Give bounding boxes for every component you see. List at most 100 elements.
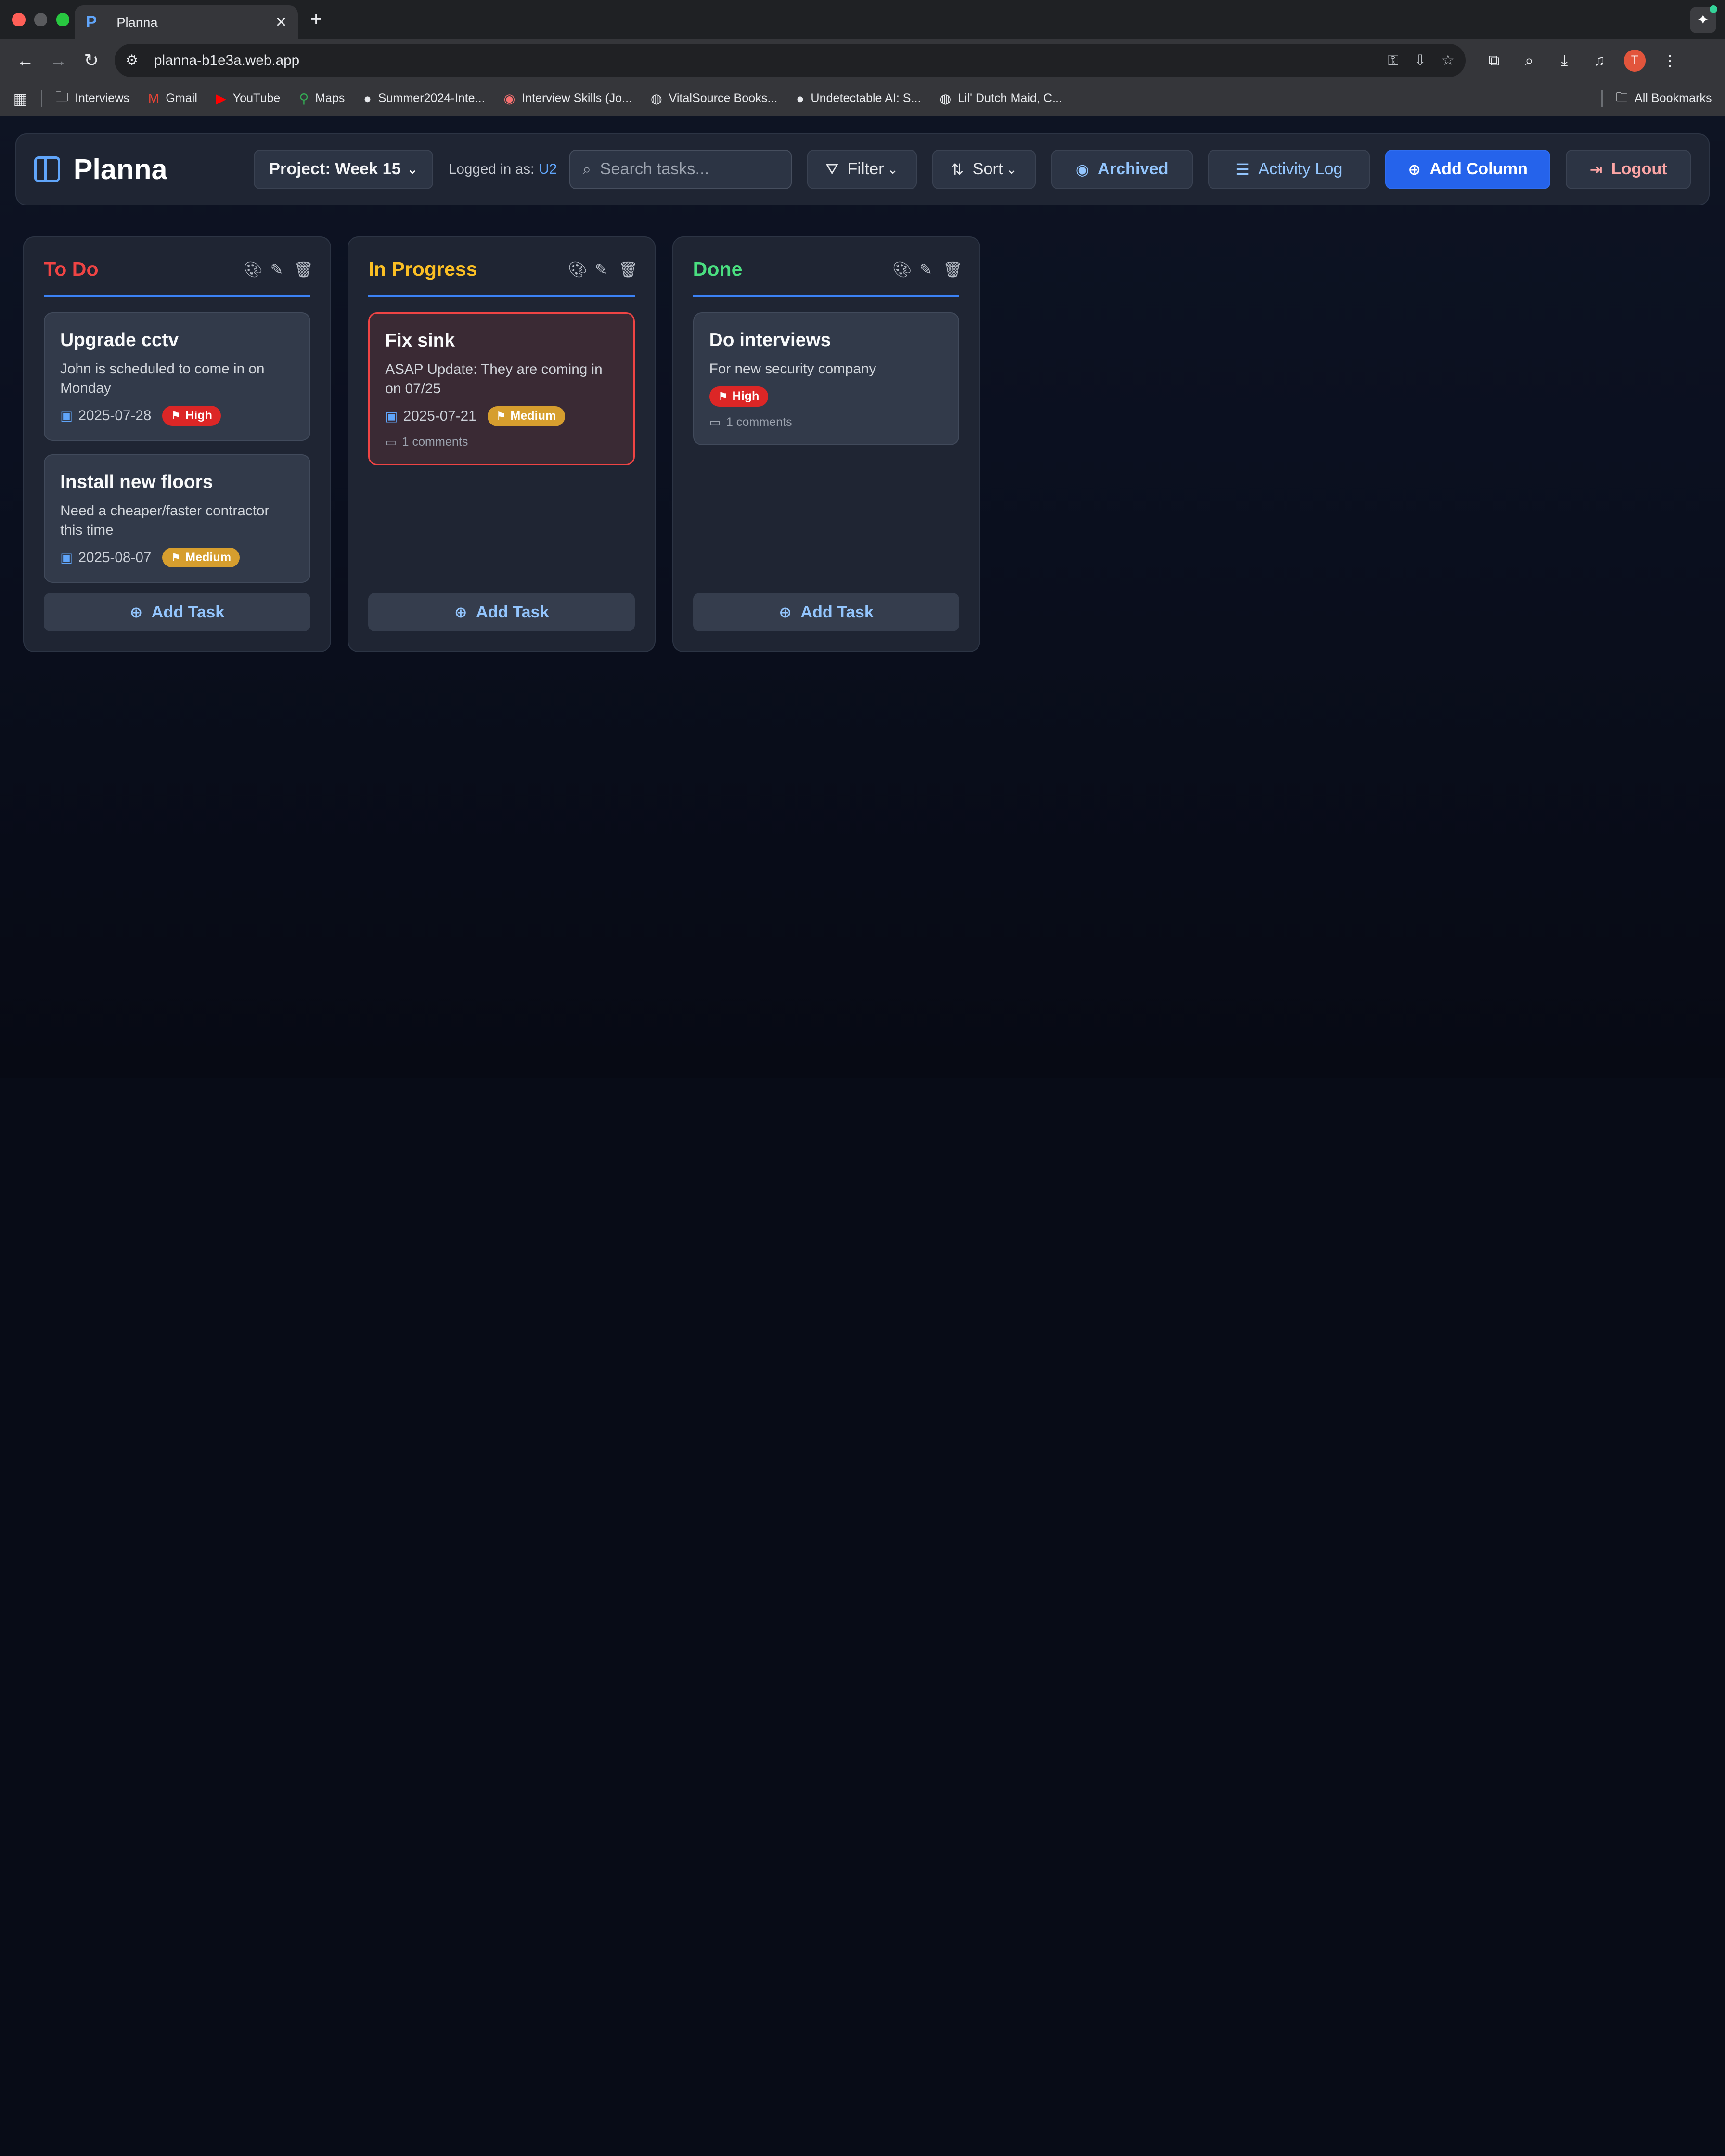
apps-grid-icon[interactable]: ▦ bbox=[13, 90, 27, 108]
bookmark-interviews[interactable]: 🗀 Interviews bbox=[55, 88, 129, 110]
media-control-icon[interactable]: ♫ bbox=[1584, 45, 1615, 76]
bookmarks-divider bbox=[41, 90, 42, 107]
app-header: Planna Project: Week 15 ⌄ Logged in as: U… bbox=[15, 133, 1710, 206]
tab-search-icon[interactable]: ⌕ bbox=[1514, 45, 1545, 76]
browser-tab[interactable]: P Planna ✕ bbox=[75, 5, 298, 40]
site-info-icon[interactable]: ⚙ bbox=[126, 52, 150, 69]
edit-pencil-icon[interactable]: ✎ bbox=[918, 260, 934, 279]
task-card[interactable]: Fix sink ASAP Update: They are coming in… bbox=[368, 312, 635, 465]
close-tab-icon[interactable]: ✕ bbox=[275, 14, 287, 31]
address-bar[interactable]: ⚙ planna-b1e3a.web.app ⚿ ⇩ ☆ bbox=[114, 44, 1466, 77]
project-selector[interactable]: Project: Week 15 ⌄ bbox=[254, 149, 433, 190]
bookmark-lil-dutch-maid[interactable]: ◍ Lil' Dutch Maid, C... bbox=[940, 91, 1062, 106]
add-task-button[interactable]: ⊕ Add Task bbox=[368, 593, 635, 632]
card-title: Install new floors bbox=[60, 471, 213, 492]
task-card[interactable]: Do interviews For new security company ⚑… bbox=[693, 312, 960, 445]
menu-icon[interactable]: ⋮ bbox=[1655, 45, 1686, 76]
site-icon: ● bbox=[796, 90, 804, 106]
globe-icon: ◍ bbox=[650, 90, 662, 106]
chevron-down-icon: ⌄ bbox=[1006, 161, 1017, 177]
column-title: To Do bbox=[44, 258, 99, 281]
add-column-button[interactable]: ⊕ Add Column bbox=[1385, 149, 1550, 190]
priority-badge: ⚑ High bbox=[162, 406, 221, 426]
new-tab-icon[interactable]: + bbox=[310, 8, 322, 30]
task-card[interactable]: Upgrade cctv John is scheduled to come i… bbox=[44, 312, 310, 441]
trash-icon[interactable]: 🗑︎ bbox=[943, 260, 963, 279]
extensions-icon[interactable]: ⧉ bbox=[1479, 45, 1509, 76]
logged-in-user: U2 bbox=[539, 161, 557, 177]
flag-icon: ⚑ bbox=[496, 410, 506, 423]
bookmark-vitalsource[interactable]: ◍ VitalSource Books... bbox=[651, 91, 777, 106]
kanban-board: To Do 🎨︎ ✎ 🗑︎ Upgrade cctv John is sched… bbox=[23, 236, 980, 653]
plus-circle-icon: ⊕ bbox=[454, 603, 467, 621]
logout-icon: ⇥ bbox=[1589, 160, 1603, 178]
card-description: ASAP Update: They are coming in on 07/25 bbox=[385, 361, 603, 397]
search-placeholder: Search tasks... bbox=[600, 160, 709, 179]
calendar-icon: ▣ bbox=[385, 408, 398, 424]
tab-title: Planna bbox=[116, 14, 158, 30]
logout-button[interactable]: ⇥ Logout bbox=[1565, 149, 1691, 190]
bookmark-interview-skills[interactable]: ◉ Interview Skills (Jo... bbox=[503, 91, 632, 106]
bookmarks-divider bbox=[1601, 90, 1603, 107]
palette-icon[interactable]: 🎨︎ bbox=[892, 260, 912, 279]
activity-log-button[interactable]: ☰ Activity Log bbox=[1208, 149, 1370, 190]
all-bookmarks[interactable]: 🗀 All Bookmarks bbox=[1601, 88, 1712, 109]
archived-button[interactable]: ◉ Archived bbox=[1051, 149, 1193, 190]
back-icon[interactable]: ← bbox=[9, 44, 42, 77]
add-task-button[interactable]: ⊕ Add Task bbox=[44, 593, 310, 632]
forward-icon[interactable]: → bbox=[42, 44, 75, 77]
card-description: For new security company bbox=[709, 361, 876, 377]
priority-badge: ⚑ High bbox=[709, 386, 768, 407]
install-app-icon[interactable]: ⇩ bbox=[1414, 52, 1426, 69]
folder-icon: 🗀 bbox=[55, 89, 69, 104]
filter-button[interactable]: ⛛ Filter ⌄ bbox=[807, 149, 917, 190]
maximize-window-button[interactable] bbox=[56, 13, 69, 26]
search-input[interactable]: ⌕ Search tasks... bbox=[569, 149, 792, 190]
plus-circle-icon: ⊕ bbox=[1408, 160, 1421, 178]
column-header: In Progress 🎨︎ ✎ 🗑︎ bbox=[368, 257, 638, 297]
calendar-icon: ▣ bbox=[60, 408, 73, 423]
card-comments[interactable]: ▭ 1 comments bbox=[385, 435, 618, 449]
reload-icon[interactable]: ↻ bbox=[75, 44, 108, 77]
card-description: Need a cheaper/faster contractor this ti… bbox=[60, 503, 270, 539]
card-meta: ▣ 2025-08-07 ⚑ Medium bbox=[60, 548, 294, 568]
card-list: Fix sink ASAP Update: They are coming in… bbox=[368, 312, 635, 465]
filter-icon: ⛛ bbox=[825, 160, 839, 178]
sort-button[interactable]: ⇅ Sort ⌄ bbox=[932, 149, 1036, 190]
minimize-window-button[interactable] bbox=[34, 13, 48, 26]
maps-icon: ⚲ bbox=[299, 90, 309, 106]
task-card[interactable]: Install new floors Need a cheaper/faster… bbox=[44, 454, 310, 583]
site-icon: ◉ bbox=[503, 90, 515, 106]
bookmark-maps[interactable]: ⚲ Maps bbox=[299, 91, 345, 106]
card-comments[interactable]: ▭ 1 comments bbox=[709, 415, 943, 430]
gemini-icon[interactable]: ✦ bbox=[1689, 5, 1717, 33]
globe-icon: ◍ bbox=[940, 90, 952, 106]
card-list: Upgrade cctv John is scheduled to come i… bbox=[44, 312, 310, 583]
password-key-icon[interactable]: ⚿ bbox=[1388, 52, 1399, 69]
flag-icon: ⚑ bbox=[171, 409, 181, 422]
card-description: John is scheduled to come in on Monday bbox=[60, 361, 265, 397]
card-title: Fix sink bbox=[385, 330, 455, 351]
bookmark-youtube[interactable]: ▶ YouTube bbox=[216, 91, 281, 106]
chevron-down-icon: ⌄ bbox=[887, 161, 899, 177]
trash-icon[interactable]: 🗑︎ bbox=[618, 260, 638, 279]
bookmark-gmail[interactable]: M Gmail bbox=[148, 91, 197, 106]
gmail-icon: M bbox=[148, 90, 159, 106]
profile-avatar[interactable]: T bbox=[1619, 45, 1650, 76]
priority-badge: ⚑ Medium bbox=[162, 548, 240, 568]
close-window-button[interactable] bbox=[12, 13, 26, 26]
sidebar-toggle-icon[interactable] bbox=[34, 156, 61, 183]
edit-pencil-icon[interactable]: ✎ bbox=[593, 260, 609, 279]
palette-icon[interactable]: 🎨︎ bbox=[243, 260, 263, 279]
downloads-icon[interactable]: ⤓ bbox=[1549, 45, 1580, 76]
toolbar-actions: ⧉ ⌕ ⤓ ♫ T ⋮ bbox=[1479, 45, 1686, 76]
bookmark-undetectable-ai[interactable]: ● Undetectable AI: S... bbox=[796, 91, 921, 106]
bookmark-summer2024[interactable]: ● Summer2024-Inte... bbox=[363, 91, 485, 106]
column-done: Done 🎨︎ ✎ 🗑︎ Do interviews For new secur… bbox=[672, 236, 980, 653]
add-task-button[interactable]: ⊕ Add Task bbox=[693, 593, 960, 632]
trash-icon[interactable]: 🗑︎ bbox=[294, 260, 314, 279]
project-label: Project: Week 15 bbox=[269, 160, 401, 179]
bookmark-star-icon[interactable]: ☆ bbox=[1442, 52, 1455, 69]
palette-icon[interactable]: 🎨︎ bbox=[568, 260, 588, 279]
edit-pencil-icon[interactable]: ✎ bbox=[269, 260, 285, 279]
